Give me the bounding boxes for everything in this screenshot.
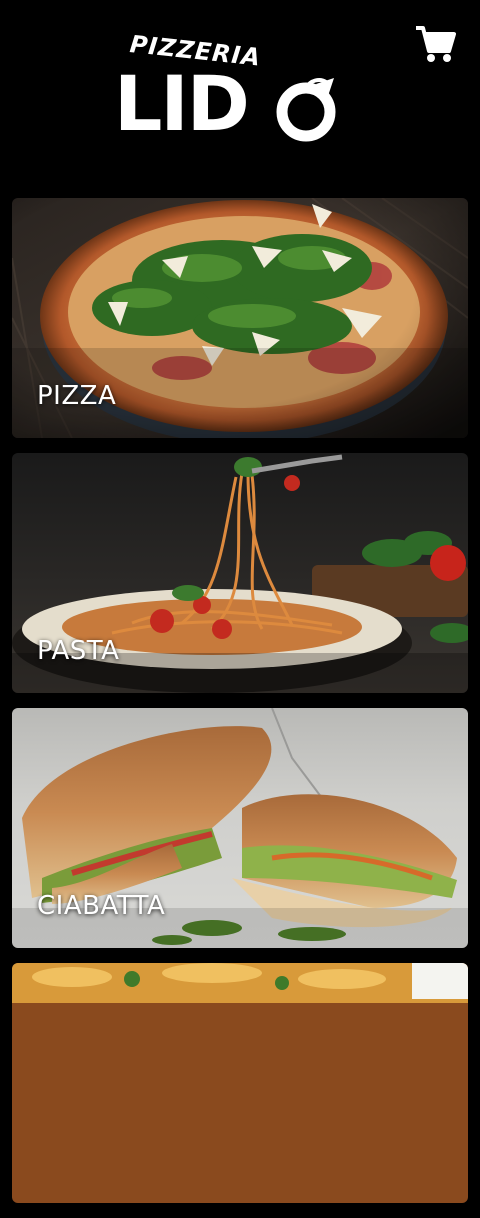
category-card-partial[interactable] bbox=[12, 963, 468, 1203]
category-label-pizza: PIZZA bbox=[37, 381, 117, 411]
category-label-ciabatta: CIABATTA bbox=[37, 891, 166, 921]
category-card-ciabatta[interactable]: CIABATTA bbox=[12, 708, 468, 948]
category-card-pizza[interactable]: PIZZA bbox=[12, 198, 468, 438]
app-header: PIZZERIA LID bbox=[0, 0, 480, 180]
pizzeria-lido-logo[interactable]: PIZZERIA LID bbox=[112, 28, 340, 148]
category-list: PIZZA PASTA CIABATTA bbox=[12, 198, 468, 1218]
casserole-image bbox=[12, 963, 468, 1203]
tomato-logo-icon bbox=[276, 78, 336, 142]
category-card-pasta[interactable]: PASTA bbox=[12, 453, 468, 693]
cart-icon[interactable] bbox=[414, 24, 456, 64]
logo-main-text: LID bbox=[114, 59, 250, 148]
category-label-pasta: PASTA bbox=[37, 636, 120, 666]
